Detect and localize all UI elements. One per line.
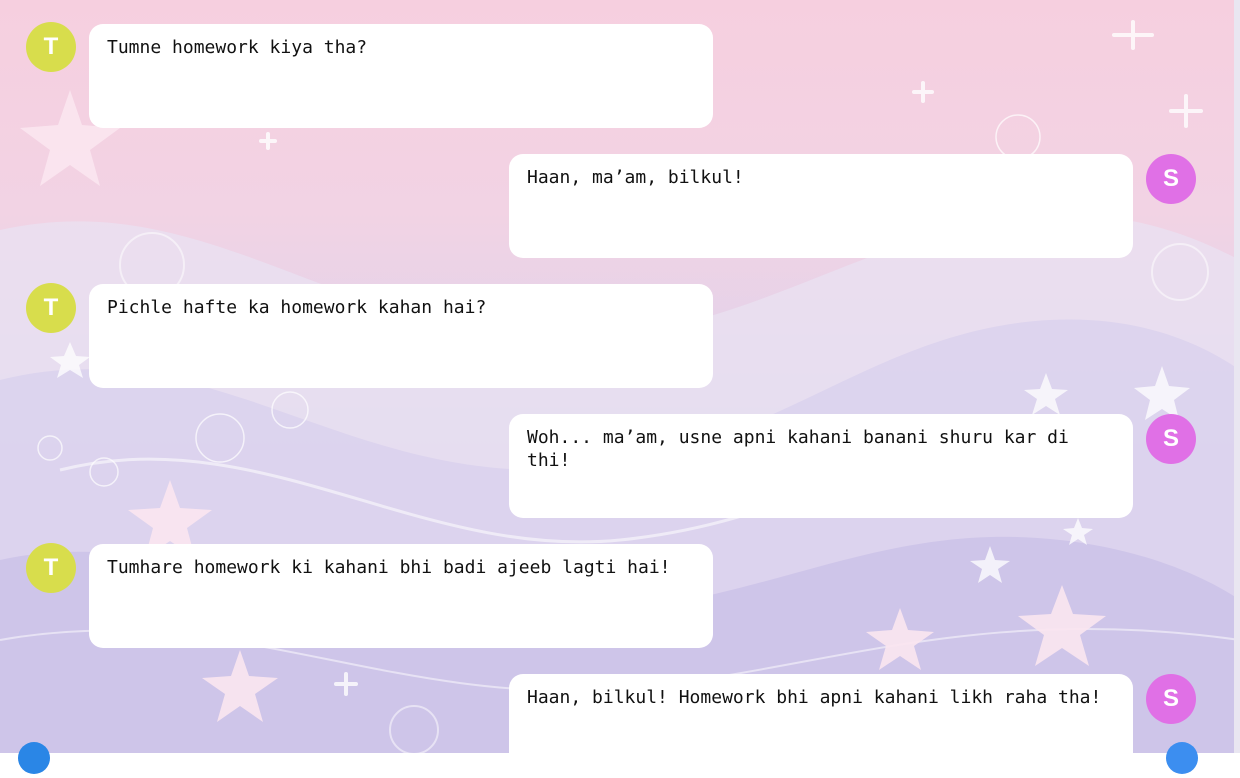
message-bubble-teacher: Pichle hafte ka homework kahan hai?: [89, 284, 713, 388]
teacher-avatar: T: [26, 22, 76, 72]
partial-avatar: [18, 742, 50, 774]
teacher-avatar: T: [26, 283, 76, 333]
message-bubble-student: Haan, ma’am, bilkul!: [509, 154, 1133, 258]
scrollbar-track[interactable]: [1234, 0, 1240, 753]
partial-avatar: [1166, 742, 1198, 774]
teacher-avatar: T: [26, 543, 76, 593]
message-bubble-student: Haan, bilkul! Homework bhi apni kahani l…: [509, 674, 1133, 778]
student-avatar: S: [1146, 414, 1196, 464]
student-avatar: S: [1146, 674, 1196, 724]
message-bubble-student: Woh... ma’am, usne apni kahani banani sh…: [509, 414, 1133, 518]
student-avatar: S: [1146, 154, 1196, 204]
message-bubble-teacher: Tumhare homework ki kahani bhi badi ajee…: [89, 544, 713, 648]
message-bubble-teacher: Tumne homework kiya tha?: [89, 24, 713, 128]
